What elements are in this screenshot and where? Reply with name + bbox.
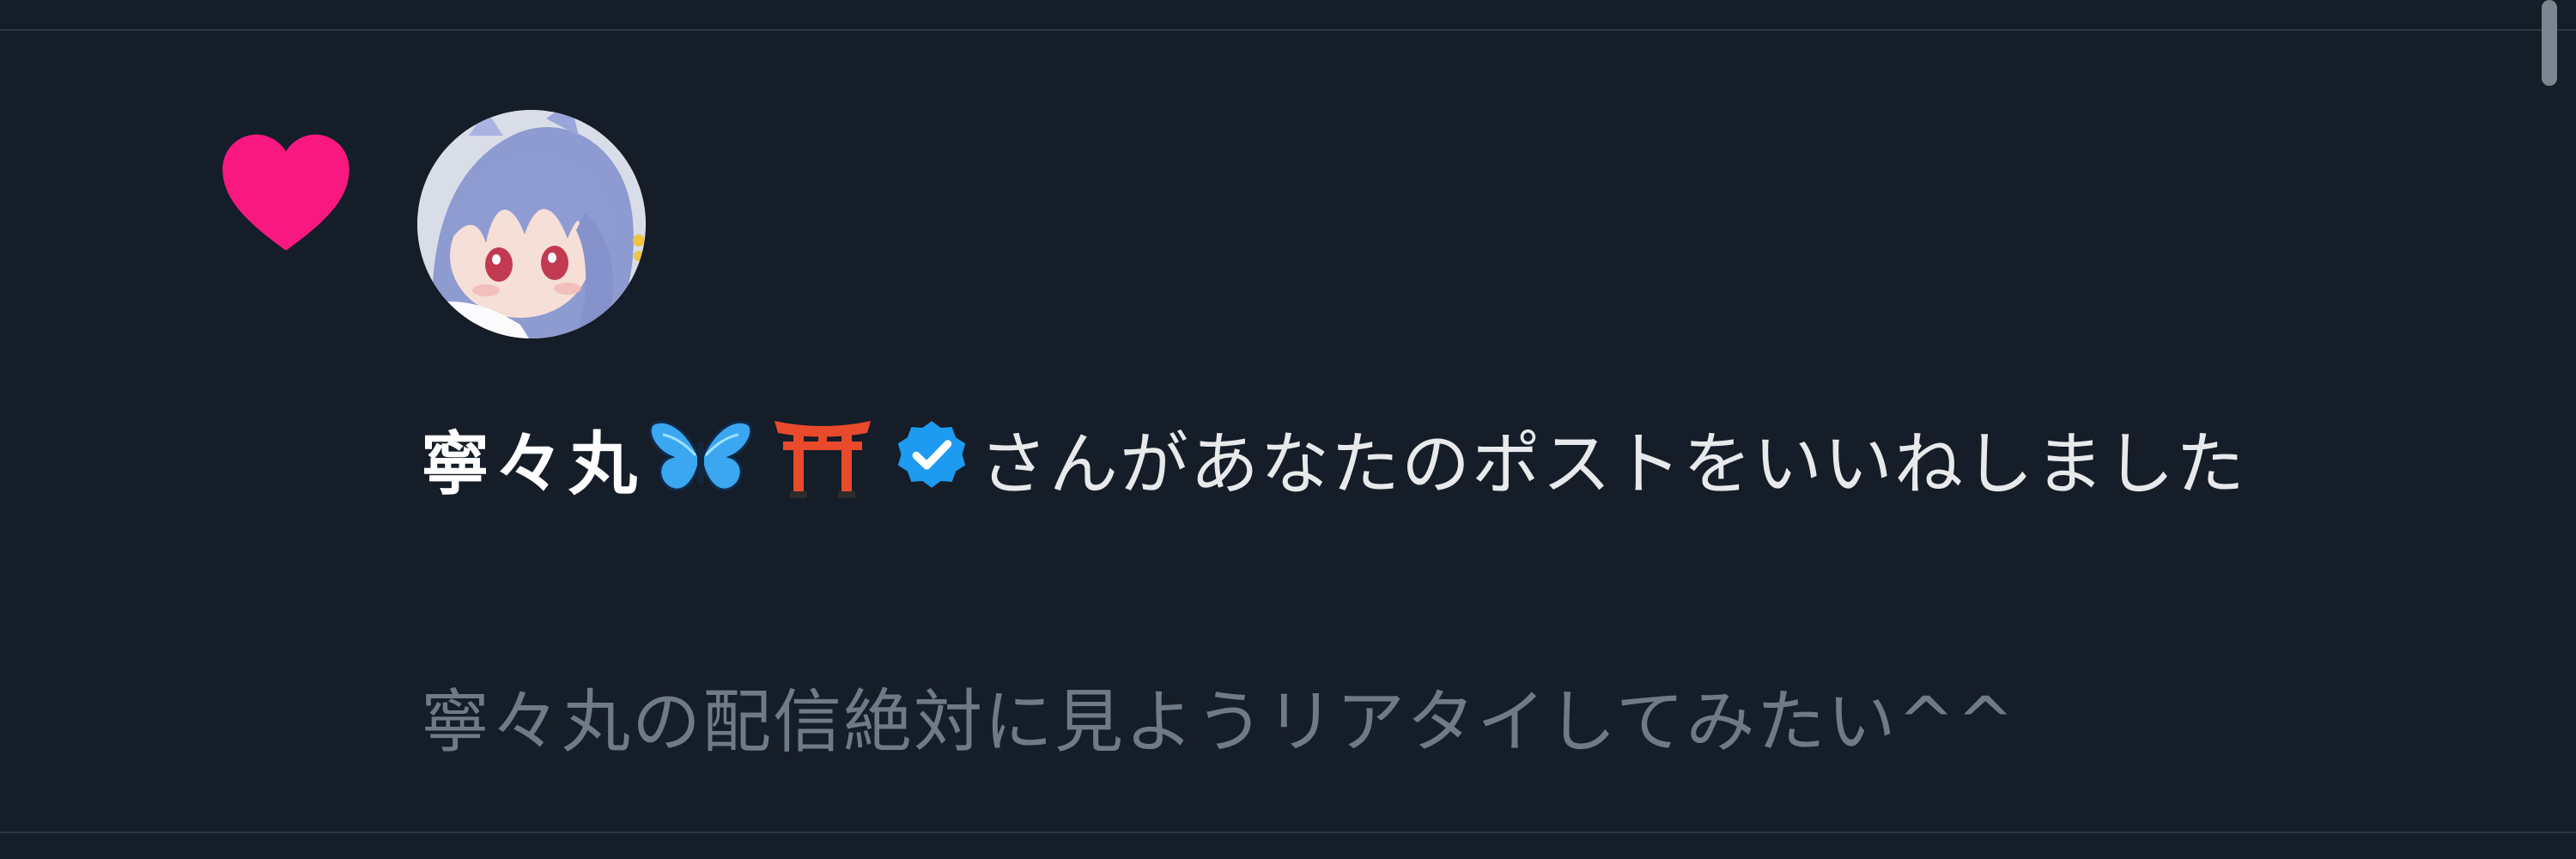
verified-badge-icon [890, 412, 974, 521]
avatar[interactable] [417, 110, 646, 338]
avatar-image [417, 110, 646, 338]
scrollbar[interactable] [2542, 0, 2557, 86]
heart-icon [222, 134, 349, 251]
display-name[interactable]: 寧々丸 [421, 424, 642, 504]
bottom-divider [0, 832, 2576, 833]
notification-action-text: さんがあなたのポストをいいねしました [979, 424, 2246, 504]
post-excerpt[interactable]: 寧々丸の配信絶対に見ようリアタイしてみたい^^ [421, 675, 2016, 770]
torii-gate-icon [771, 412, 874, 523]
butterfly-icon [646, 416, 756, 523]
top-divider [0, 29, 2576, 31]
notification-text: 寧々丸 さんがあなたのポストをいいねしました [421, 412, 2516, 523]
